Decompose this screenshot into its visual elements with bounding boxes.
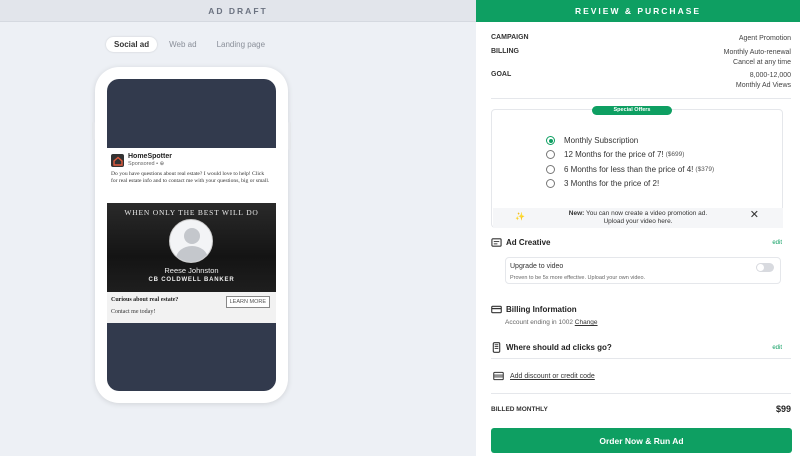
cta-title: Curious about real estate? (111, 297, 179, 303)
phone-icon (492, 342, 501, 353)
agent-avatar-icon (169, 219, 213, 263)
notice-new-label: New: (568, 210, 585, 217)
radio-selected-icon[interactable] (546, 136, 555, 145)
offer-option-monthly[interactable]: Monthly Subscription (546, 136, 638, 145)
offer-label: 6 Months for less than the price of 4! (564, 165, 694, 174)
goal-label: GOAL (491, 71, 512, 78)
post-cta-bar: Curious about real estate? Contact me to… (107, 292, 276, 323)
offer-label: 12 Months for the price of 7! (564, 150, 664, 159)
radio-icon[interactable] (546, 165, 555, 174)
ad-clicks-section: Where should ad clicks go? edit (491, 342, 791, 353)
social-post-preview: HomeSpotter Sponsored • ⊕ Do you have qu… (107, 148, 276, 323)
sparkle-icon: ✨ (515, 212, 525, 221)
brokerage-name: CB COLDWELL BANKER (148, 277, 235, 283)
offer-option-3-months[interactable]: 3 Months for the price of 2! (546, 179, 659, 188)
credit-card-icon (491, 305, 502, 314)
campaign-row: CAMPAIGN Agent Promotion (491, 34, 791, 44)
billing-value: Monthly Auto-renewal (723, 49, 791, 56)
discount-link[interactable]: Add discount or credit code (510, 373, 595, 380)
close-icon[interactable]: ✕ (750, 210, 759, 221)
offer-label: Monthly Subscription (564, 136, 639, 145)
goal-value: 8,000-12,000 (749, 72, 791, 79)
upgrade-video-subtitle: Proven to be 5x more effective. Upload y… (510, 275, 646, 281)
phone-mockup: HomeSpotter Sponsored • ⊕ Do you have qu… (92, 67, 291, 403)
campaign-value: Agent Promotion (738, 35, 791, 42)
notice-text: You can now create a video promotion ad. (586, 210, 708, 217)
phone-screen: HomeSpotter Sponsored • ⊕ Do you have qu… (107, 79, 276, 391)
billed-monthly-label: BILLED MONTHLY (491, 405, 548, 413)
review-purchase-header: REVIEW & PURCHASE (476, 0, 800, 22)
post-sponsored-label: Sponsored • ⊕ (128, 161, 165, 167)
campaign-label: CAMPAIGN (491, 34, 529, 41)
billed-monthly-row: BILLED MONTHLY $99 (491, 404, 791, 414)
account-ending-text: Account ending in 1002 (505, 319, 573, 326)
divider (491, 98, 791, 99)
ad-clicks-edit-link[interactable]: edit (772, 345, 782, 351)
special-offers-box: Special Offers Monthly Subscription 12 M… (491, 106, 783, 228)
ad-type-tabs: Social ad Web ad Landing page (106, 37, 273, 52)
tab-social-ad[interactable]: Social ad (106, 37, 158, 52)
divider (491, 358, 791, 359)
billing-info-title: Billing Information (506, 305, 577, 314)
cta-subtitle: Contact me today! (111, 309, 156, 315)
ticket-icon (493, 371, 504, 381)
divider (491, 393, 791, 394)
phone-side-button (92, 122, 95, 140)
tab-landing-page[interactable]: Landing page (209, 37, 274, 52)
ad-draft-panel: AD DRAFT Social ad Web ad Landing page H… (0, 0, 476, 456)
ad-image: WHEN ONLY THE BEST WILL DO Reese Johnsto… (107, 203, 276, 292)
learn-more-button[interactable]: LEARN MORE (225, 296, 270, 308)
ad-creative-icon (491, 238, 502, 247)
billing-row: BILLING Monthly Auto-renewal Cancel at a… (491, 48, 791, 68)
offer-label: 3 Months for the price of 2! (564, 179, 660, 188)
billing-cancel-note: Cancel at any time (733, 59, 791, 66)
special-offers-badge: Special Offers (592, 106, 672, 115)
account-info: Account ending in 1002 Change (505, 319, 598, 326)
radio-icon[interactable] (546, 150, 555, 159)
ad-creative-section: Ad Creative edit (491, 237, 791, 248)
ad-creative-edit-link[interactable]: edit (772, 240, 782, 246)
discount-row[interactable]: Add discount or credit code (493, 371, 595, 381)
agent-name: Reese Johnston (164, 266, 219, 275)
upgrade-to-video-card: Upgrade to video Proven to be 5x more ef… (505, 257, 781, 284)
ad-creative-title: Ad Creative (506, 238, 551, 247)
notice-upload-link[interactable]: Upload your video here. (493, 218, 783, 226)
billed-monthly-price: $99 (775, 404, 791, 414)
post-header: HomeSpotter Sponsored • ⊕ (107, 148, 276, 168)
post-body-text: Do you have questions about real estate?… (111, 171, 270, 184)
review-purchase-panel: REVIEW & PURCHASE CAMPAIGN Agent Promoti… (476, 0, 800, 456)
ad-image-tagline: WHEN ONLY THE BEST WILL DO (124, 208, 259, 217)
offer-price: ($699) (665, 151, 685, 158)
homespotter-logo-icon (111, 154, 124, 167)
upgrade-video-toggle[interactable] (756, 263, 774, 272)
change-payment-link[interactable]: Change (575, 319, 598, 326)
billing-info-section: Billing Information (491, 304, 791, 315)
offer-option-12-months[interactable]: 12 Months for the price of 7! ($699) (546, 150, 684, 159)
goal-row: GOAL 8,000-12,000 Monthly Ad Views (491, 71, 791, 91)
upgrade-video-title: Upgrade to video (510, 263, 564, 270)
offer-option-6-months[interactable]: 6 Months for less than the price of 4! (… (546, 165, 714, 174)
video-promo-notice: ✨ New: You can now create a video promot… (493, 208, 783, 228)
radio-icon[interactable] (546, 179, 555, 188)
billing-label: BILLING (491, 48, 519, 55)
tab-web-ad[interactable]: Web ad (161, 37, 204, 52)
phone-side-button (288, 122, 291, 150)
post-brand-name: HomeSpotter (128, 153, 172, 160)
offer-price: ($379) (695, 166, 715, 173)
order-now-button[interactable]: Order Now & Run Ad (491, 428, 792, 453)
ad-clicks-title: Where should ad clicks go? (506, 343, 612, 352)
goal-unit: Monthly Ad Views (735, 82, 791, 89)
ad-draft-header: AD DRAFT (0, 0, 476, 22)
